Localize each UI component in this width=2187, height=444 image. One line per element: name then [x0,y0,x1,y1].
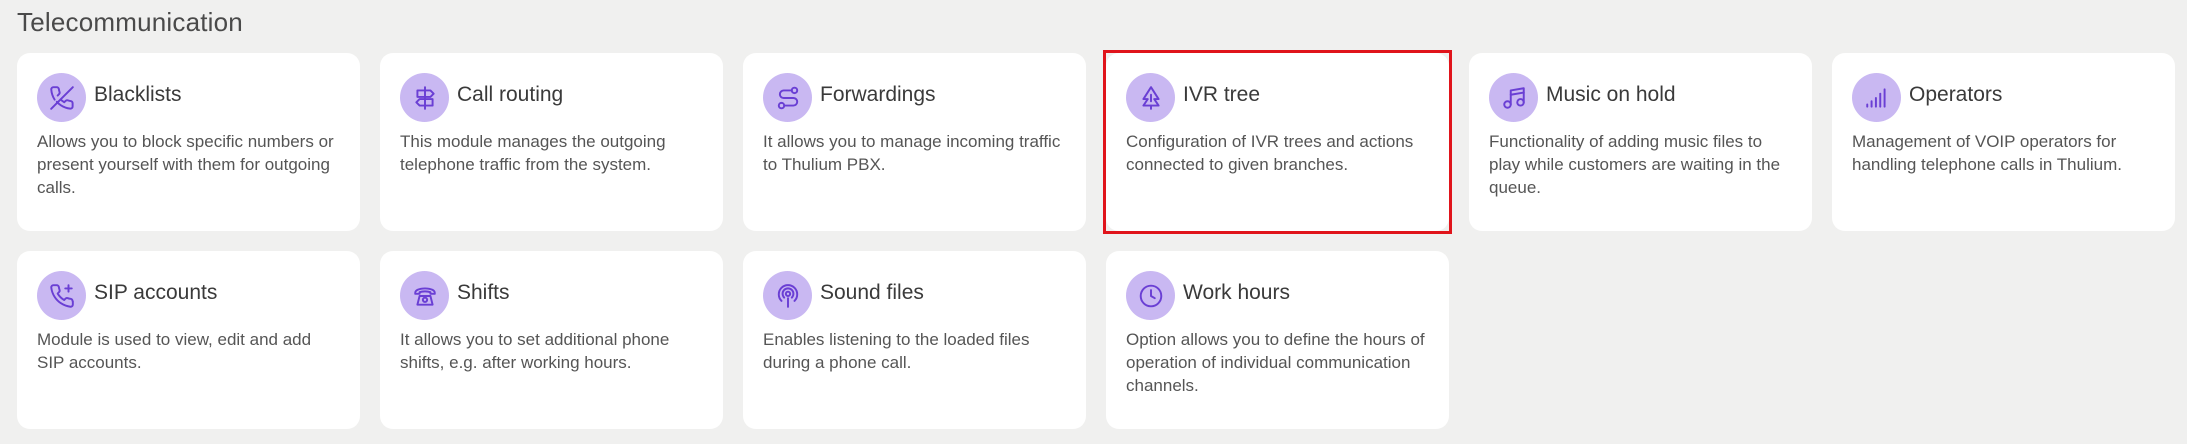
route-icon [763,73,812,122]
module-card-shifts[interactable]: Shifts It allows you to set additional p… [380,251,723,429]
module-description: This module manages the outgoing telepho… [400,132,666,174]
module-title: Work hours [1183,281,1290,304]
phone-plus-icon [37,271,86,320]
tree-icon [1126,73,1175,122]
podcast-icon [763,271,812,320]
phone-off-icon [37,73,86,122]
module-title: Operators [1909,83,2003,106]
module-description: Configuration of IVR trees and actions c… [1126,132,1414,174]
module-description: Functionality of adding music files to p… [1489,132,1781,197]
module-description: It allows you to set additional phone sh… [400,330,670,372]
module-title: Call routing [457,83,564,106]
module-card-forwardings[interactable]: Forwardings It allows you to manage inco… [743,53,1086,231]
module-title: Sound files [820,281,924,304]
module-card-operators[interactable]: Operators Management of VOIP operators f… [1832,53,2175,231]
module-description: Enables listening to the loaded files du… [763,330,1030,372]
module-title: Forwardings [820,83,936,106]
module-card-call-routing[interactable]: Call routing This module manages the out… [380,53,723,231]
section-title: Telecommunication [17,7,243,37]
module-description: Option allows you to define the hours of… [1126,330,1425,395]
module-title: Music on hold [1546,83,1676,106]
module-description: It allows you to manage incoming traffic… [763,132,1061,174]
module-title: Shifts [457,281,510,304]
module-description: Module is used to view, edit and add SIP… [37,330,312,372]
module-card-ivr-tree[interactable]: IVR tree Configuration of IVR trees and … [1103,50,1452,234]
signal-bars-icon [1852,73,1901,122]
module-title: SIP accounts [94,281,218,304]
module-description: Management of VOIP operators for handlin… [1852,132,2122,174]
module-card-work-hours[interactable]: Work hours Option allows you to define t… [1106,251,1449,429]
music-note-icon [1489,73,1538,122]
module-card-sound-files[interactable]: Sound files Enables listening to the loa… [743,251,1086,429]
module-card-sip-accounts[interactable]: SIP accounts Module is used to view, edi… [17,251,360,429]
rotary-phone-icon [400,271,449,320]
module-description: Allows you to block specific numbers or … [37,132,334,197]
signpost-icon [400,73,449,122]
module-title: IVR tree [1183,83,1261,106]
module-title: Blacklists [94,83,182,106]
module-card-music-on-hold[interactable]: Music on hold Functionality of adding mu… [1469,53,1812,231]
module-card-blacklists[interactable]: Blacklists Allows you to block specific … [17,53,360,231]
clock-icon [1126,271,1175,320]
